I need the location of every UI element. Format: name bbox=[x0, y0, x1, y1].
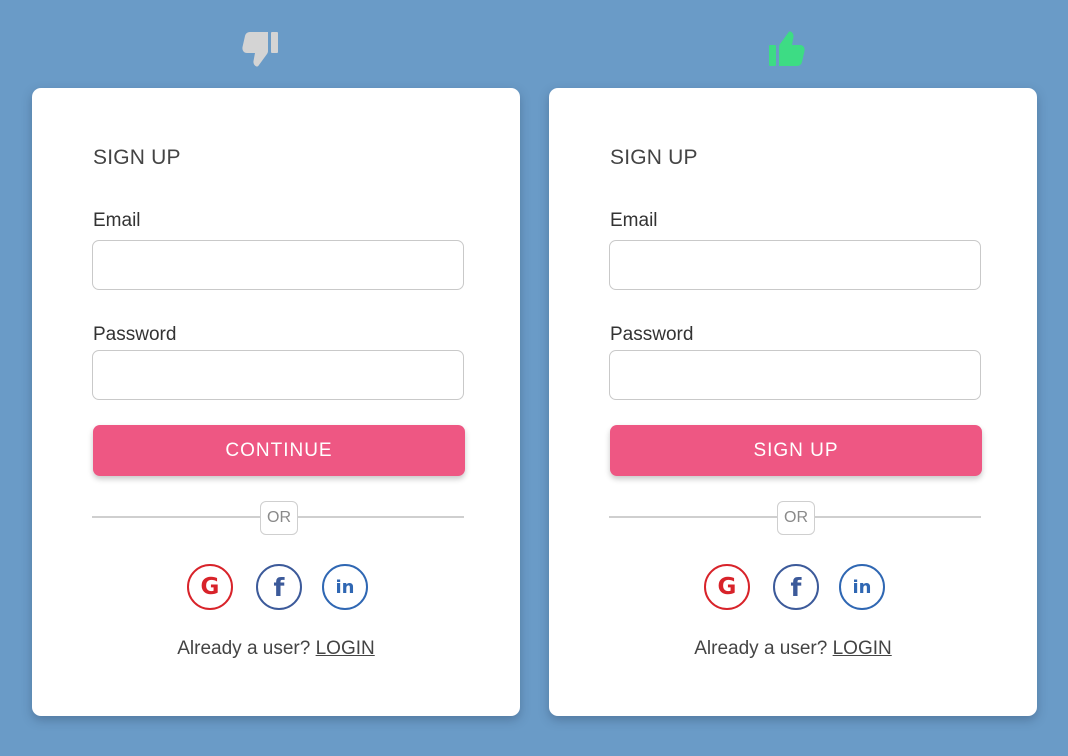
login-prompt: Already a user? LOGIN bbox=[549, 638, 1037, 660]
continue-button[interactable]: CONTINUE bbox=[93, 425, 465, 476]
thumbs-down-icon bbox=[238, 28, 282, 72]
facebook-login-button[interactable]: f bbox=[256, 564, 302, 610]
login-prompt: Already a user? LOGIN bbox=[32, 638, 520, 660]
google-icon: G bbox=[717, 574, 737, 600]
login-prompt-text: Already a user? bbox=[177, 638, 311, 659]
facebook-login-button[interactable]: f bbox=[773, 564, 819, 610]
google-login-button[interactable]: G bbox=[704, 564, 750, 610]
linkedin-login-button[interactable]: in bbox=[322, 564, 368, 610]
password-label: Password bbox=[93, 324, 177, 345]
email-field[interactable] bbox=[609, 240, 981, 290]
google-login-button[interactable]: G bbox=[187, 564, 233, 610]
or-divider-label: OR bbox=[260, 501, 298, 535]
thumbs-up-icon bbox=[766, 28, 810, 72]
email-label: Email bbox=[610, 210, 658, 231]
signup-card-left: SIGN UP Email Password CONTINUE OR G f i… bbox=[32, 88, 520, 716]
page-title: SIGN UP bbox=[93, 146, 181, 169]
or-divider-label: OR bbox=[777, 501, 815, 535]
login-prompt-text: Already a user? bbox=[694, 638, 828, 659]
login-link[interactable]: LOGIN bbox=[316, 638, 375, 659]
email-label: Email bbox=[93, 210, 141, 231]
signup-card-right: SIGN UP Email Password SIGN UP OR G f in… bbox=[549, 88, 1037, 716]
sign-up-button[interactable]: SIGN UP bbox=[610, 425, 982, 476]
password-field[interactable] bbox=[609, 350, 981, 400]
email-field[interactable] bbox=[92, 240, 464, 290]
facebook-icon: f bbox=[790, 572, 802, 602]
google-icon: G bbox=[200, 574, 220, 600]
linkedin-icon: in bbox=[335, 576, 355, 598]
password-label: Password bbox=[610, 324, 694, 345]
facebook-icon: f bbox=[273, 572, 285, 602]
login-link[interactable]: LOGIN bbox=[833, 638, 892, 659]
linkedin-login-button[interactable]: in bbox=[839, 564, 885, 610]
page-title: SIGN UP bbox=[610, 146, 698, 169]
linkedin-icon: in bbox=[852, 576, 872, 598]
password-field[interactable] bbox=[92, 350, 464, 400]
